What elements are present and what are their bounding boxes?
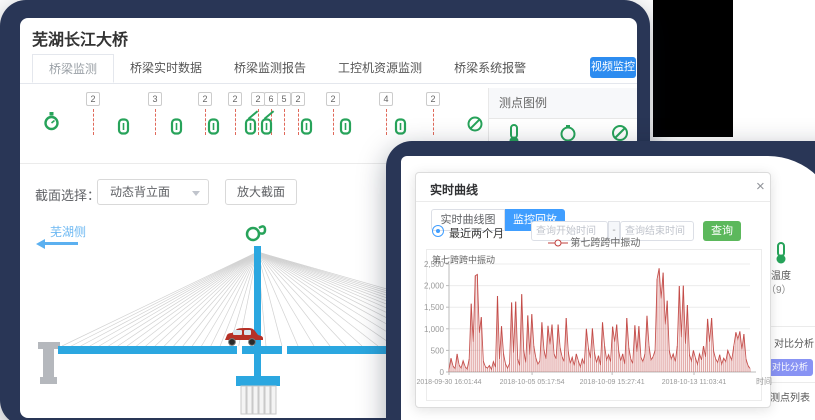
x-tick-label: 2018-10-09 15:27:41	[580, 379, 645, 386]
sensor-chain-icon[interactable]	[300, 118, 313, 140]
compare-analysis-button[interactable]: 对比分析	[767, 359, 813, 376]
sensor-dash-line	[235, 109, 236, 135]
sensor-chain-icon[interactable]	[170, 118, 183, 140]
tab-0[interactable]: 桥梁监测	[32, 54, 114, 83]
sensor-chain-icon[interactable]	[339, 118, 352, 140]
sensor-chain-icon[interactable]	[394, 118, 407, 140]
main-tabbar: 桥梁监测桥梁实时数据桥梁监测报告工控机资源监测桥梁系统报警	[20, 54, 637, 84]
modal-card-frame: 温度 （9） 对比分析 对比分析 测点列表 实时曲线 × 实时曲线图 监控回放 …	[386, 141, 815, 420]
sensor-dash-line	[93, 109, 94, 135]
bridge-tower	[254, 246, 261, 378]
chart-container: 第七跨跨中振动 05001,0001,5002,0002,5002018-09-…	[426, 249, 762, 401]
tab-3[interactable]: 工控机资源监测	[322, 54, 438, 83]
bridge-piles	[241, 386, 276, 414]
desktop: { "window": { "title": "芜湖长江大桥" }, "tabs…	[0, 0, 815, 420]
svg-text:时间: 时间	[756, 376, 772, 386]
vibration-series-line	[449, 268, 750, 369]
sensor-chain-icon[interactable]	[244, 118, 257, 140]
bridge-foundation-cap	[236, 376, 280, 386]
sensor-dash-line	[284, 109, 285, 135]
x-tick-label: 2018-10-05 05:17:54	[500, 379, 565, 386]
sensor-chain-icon[interactable]	[260, 118, 273, 140]
temperature-label: 温度	[771, 267, 791, 282]
sensor-count-badge: 4	[379, 92, 393, 106]
sensor-chain-icon[interactable]	[207, 118, 220, 140]
legend-panel-title: 测点图例	[489, 88, 637, 119]
x-tick-label: 2018-09-30 16:01:44	[417, 379, 482, 386]
legend-marker-icon	[548, 239, 568, 247]
tab-1[interactable]: 桥梁实时数据	[114, 54, 218, 83]
chart-legend[interactable]: 第七跨跨中振动	[416, 234, 772, 249]
svg-text:1,500: 1,500	[424, 303, 445, 312]
background-black-region	[653, 0, 733, 137]
sensor-dash-line	[298, 109, 299, 135]
sensor-dash-line	[155, 109, 156, 135]
svg-text:2,000: 2,000	[424, 282, 445, 291]
bridge-left-pier	[38, 342, 60, 384]
sensor-dash-line	[205, 109, 206, 135]
svg-text:0: 0	[440, 368, 445, 377]
sensor-chain-icon[interactable]	[117, 118, 130, 140]
sensor-count-badge: 2	[426, 92, 440, 106]
compare-section-label: 对比分析	[774, 335, 814, 350]
sensor-dash-line	[386, 109, 387, 135]
zoom-section-button[interactable]: 放大截面	[225, 179, 297, 205]
sensor-count-badge: 6	[264, 92, 278, 106]
legend-text: 第七跨跨中振动	[570, 238, 640, 249]
section-select-label: 截面选择：	[35, 185, 100, 204]
stopwatch-sensor-icon[interactable]	[43, 112, 60, 136]
dialog-title: 实时曲线	[430, 181, 478, 198]
chart-y-title: 第七跨跨中振动	[432, 253, 495, 266]
sensor-count-badge: 2	[251, 92, 265, 106]
modal-page: 温度 （9） 对比分析 对比分析 测点列表 实时曲线 × 实时曲线图 监控回放 …	[401, 156, 815, 420]
vibration-chart: 05001,0001,5002,0002,5002018-09-30 16:01…	[427, 250, 763, 402]
sensor-count-badge: 5	[277, 92, 291, 106]
page-title: 芜湖长江大桥	[32, 26, 128, 50]
no-entry-sensor-icon[interactable]	[467, 116, 483, 137]
sensor-dash-line	[433, 109, 434, 135]
sensor-count-badge: 2	[228, 92, 242, 106]
sensor-count-badge: 2	[198, 92, 212, 106]
realtime-curve-dialog: 实时曲线 × 实时曲线图 监控回放 最近两个月 - 查询 第七跨跨中振动 第七跨…	[415, 172, 771, 408]
section-select-value: 动态背立面	[110, 185, 170, 199]
sensor-count-badge: 3	[148, 92, 162, 106]
sidebar-thermometer-icon[interactable]	[774, 242, 788, 269]
svg-text:1,000: 1,000	[424, 325, 445, 334]
dialog-header-divider	[416, 201, 770, 202]
tower-anemometer-icon[interactable]	[247, 226, 265, 240]
section-select-dropdown[interactable]: 动态背立面	[97, 179, 209, 205]
sensor-dash-line	[333, 109, 334, 135]
sensor-count-badge: 2	[86, 92, 100, 106]
point-list-label: 测点列表	[770, 389, 810, 404]
tab-4[interactable]: 桥梁系统报警	[438, 54, 542, 83]
x-tick-label: 2018-10-13 11:03:41	[662, 379, 727, 386]
caret-down-icon	[192, 191, 200, 196]
sensor-count-badge: 2	[326, 92, 340, 106]
svg-text:500: 500	[431, 346, 445, 355]
sensor-dash-line	[258, 109, 259, 135]
tab-2[interactable]: 桥梁监测报告	[218, 54, 322, 83]
video-monitor-button[interactable]: 视频监控	[590, 57, 636, 78]
close-icon[interactable]: ×	[756, 180, 765, 194]
sensor-count-badge: 2	[291, 92, 305, 106]
